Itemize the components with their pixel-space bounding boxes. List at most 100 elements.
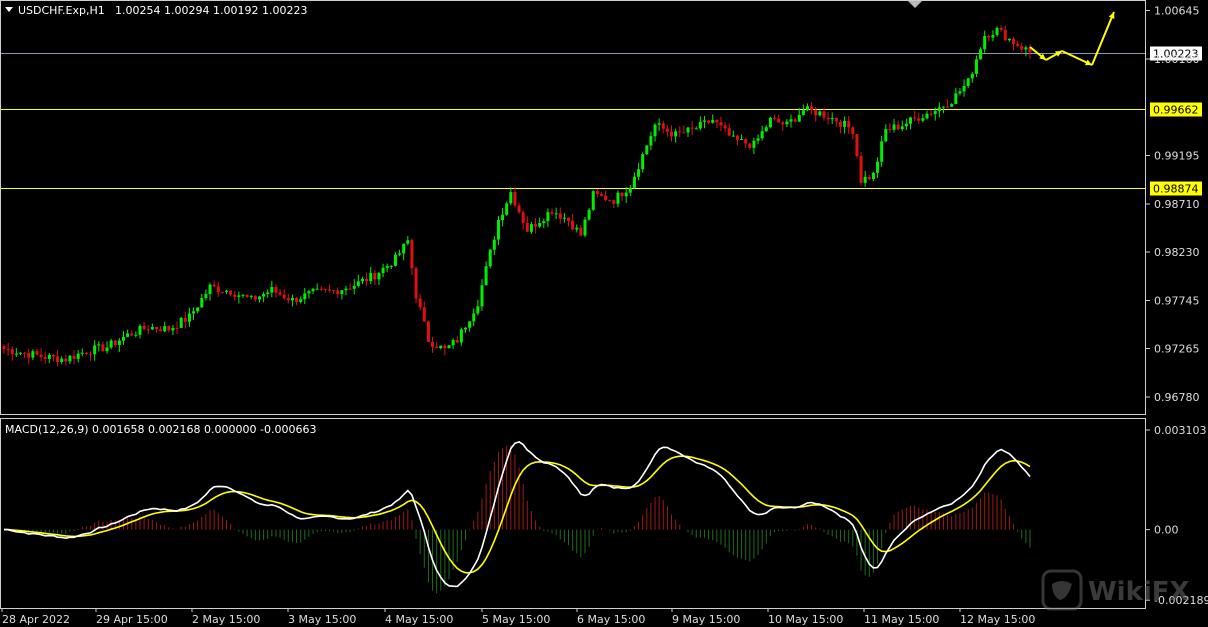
candle-body (962, 86, 966, 92)
price-pane[interactable] (0, 0, 1146, 415)
candle-body (690, 127, 694, 129)
candle-body (163, 326, 167, 332)
candle-body (336, 290, 340, 295)
candle-body (958, 91, 962, 94)
candle-body (781, 122, 785, 125)
candle-body (245, 294, 249, 297)
candle-body (340, 290, 344, 295)
candle-body (896, 124, 900, 130)
candle-body (282, 294, 286, 299)
candle-body (933, 110, 937, 114)
price-tick-label: 0.99195 (1154, 150, 1200, 163)
candle-body (983, 35, 987, 50)
candle-body (307, 291, 311, 294)
candle-body (18, 352, 22, 354)
candle-body (126, 333, 130, 337)
time-tick-label: 3 May 15:00 (288, 613, 356, 626)
price-tick-label: 0.97265 (1154, 343, 1200, 356)
candle-body (715, 120, 719, 123)
candle-body (917, 118, 921, 121)
candle-body (884, 129, 888, 142)
candle-body (995, 27, 999, 36)
candle-body (822, 111, 826, 118)
time-tick-label: 5 May 15:00 (482, 613, 550, 626)
candle-body (356, 281, 360, 286)
candle-body (154, 326, 158, 330)
candle-body (735, 135, 739, 140)
candle-body (274, 286, 278, 293)
candle-body (443, 345, 447, 349)
candle-body (579, 227, 583, 236)
candle-body (855, 134, 859, 156)
candle-body (431, 342, 435, 347)
candle-body (587, 209, 591, 220)
candle-body (723, 125, 727, 129)
watermark-text: WikiFX (1088, 577, 1190, 607)
candle-body (814, 110, 818, 116)
macd-pane[interactable] (0, 418, 1146, 609)
price-axis: 1.00645 1.00160 0.99195 0.98710 0.98230 0.977… (1145, 5, 1200, 404)
candle-body (113, 340, 117, 345)
candle-body (290, 297, 294, 301)
support-level-label: 0.98874 (1153, 183, 1199, 196)
candle-body (616, 192, 620, 204)
candle-body (142, 325, 146, 330)
candle-body (43, 357, 47, 359)
candle-body (373, 272, 377, 280)
candle-body (31, 351, 35, 358)
candle-body (237, 295, 241, 297)
candle-body (56, 356, 60, 363)
candle-body (834, 118, 838, 122)
candle-body (876, 161, 880, 173)
candle-body (365, 278, 369, 282)
price-tick-label: 0.98230 (1154, 246, 1200, 259)
candle-body (200, 298, 204, 308)
candle-body (748, 143, 752, 148)
candle-body (492, 239, 496, 250)
candle-body (360, 278, 364, 282)
candle-body (777, 118, 781, 123)
time-tick-label: 29 Apr 15:00 (96, 613, 168, 626)
candle-body (204, 293, 208, 299)
candle-body (538, 223, 542, 227)
candle-body (212, 284, 216, 287)
candle-body (632, 176, 636, 188)
trading-chart[interactable]: 1.002230.996620.98874 1.006451.001600.99… (0, 0, 1208, 627)
candle-body (134, 334, 138, 336)
candle-body (999, 27, 1003, 30)
candle-body (624, 192, 628, 197)
candle-body (422, 307, 426, 322)
candle-body (970, 73, 974, 79)
candle-body (93, 345, 97, 355)
candle-body (179, 317, 183, 328)
candle-body (463, 327, 467, 330)
candle-body (851, 127, 855, 135)
candle-body (39, 354, 43, 358)
candle-body (892, 124, 896, 130)
candle-body (534, 224, 538, 227)
candle-body (27, 352, 31, 358)
candle-body (702, 120, 706, 122)
candle-body (97, 344, 101, 346)
candle-body (810, 106, 814, 111)
candle-body (233, 294, 237, 297)
candle-body (167, 326, 171, 331)
candle-body (641, 154, 645, 170)
candle-body (591, 191, 595, 210)
candle-body (793, 119, 797, 122)
ohlc-values: 1.00254 1.00294 1.00192 1.00223 (115, 4, 307, 17)
candle-body (266, 292, 270, 295)
candle-body (863, 176, 867, 183)
candle-body (229, 290, 233, 295)
candle-body (575, 227, 579, 230)
resistance-level-label: 0.99662 (1153, 104, 1199, 117)
candle-body (150, 326, 154, 330)
candle-body (295, 297, 299, 302)
candle-body (583, 219, 587, 236)
candle-body (220, 291, 224, 293)
candle-body (418, 298, 422, 308)
candle-body (121, 336, 125, 341)
candle-body (744, 139, 748, 144)
candle-body (89, 353, 93, 355)
candle-body (698, 121, 702, 129)
